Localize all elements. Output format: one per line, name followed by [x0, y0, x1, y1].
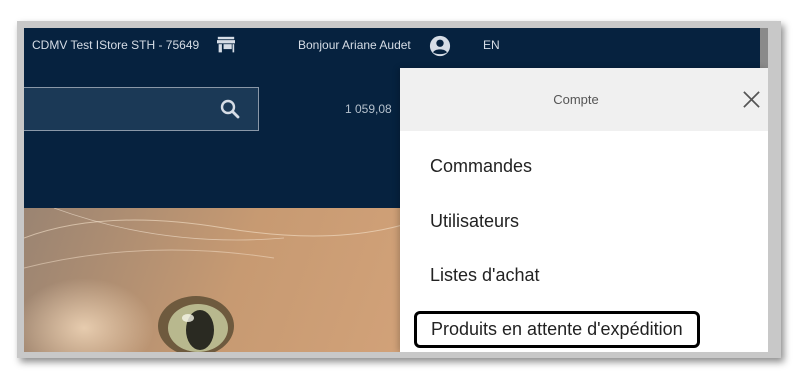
close-icon[interactable]	[742, 90, 761, 109]
scrollbar[interactable]	[760, 28, 768, 68]
search-icon[interactable]	[220, 99, 240, 119]
language-switch[interactable]: EN	[483, 38, 500, 52]
account-panel: Compte Commandes Utilisateurs Listes d'a…	[400, 68, 768, 352]
menu-item-utilisateurs[interactable]: Utilisateurs	[430, 211, 519, 232]
account-circle-icon[interactable]	[429, 35, 451, 57]
menu-item-commandes[interactable]: Commandes	[430, 156, 532, 177]
app-viewport: CDMV Test IStore STH - 75649 Bonjour Ari…	[24, 28, 768, 352]
menu-item-listes-achat[interactable]: Listes d'achat	[430, 265, 540, 286]
store-icon[interactable]	[216, 36, 236, 54]
greeting-text: Bonjour Ariane Audet	[298, 38, 411, 52]
menu-item-produits-attente-expedition[interactable]: Produits en attente d'expédition	[414, 311, 700, 348]
cart-total[interactable]: 1 059,08	[345, 102, 392, 116]
search-input[interactable]	[24, 87, 259, 131]
account-panel-title: Compte	[553, 92, 599, 107]
account-panel-header: Compte	[400, 68, 768, 131]
store-name[interactable]: CDMV Test IStore STH - 75649	[32, 38, 199, 52]
